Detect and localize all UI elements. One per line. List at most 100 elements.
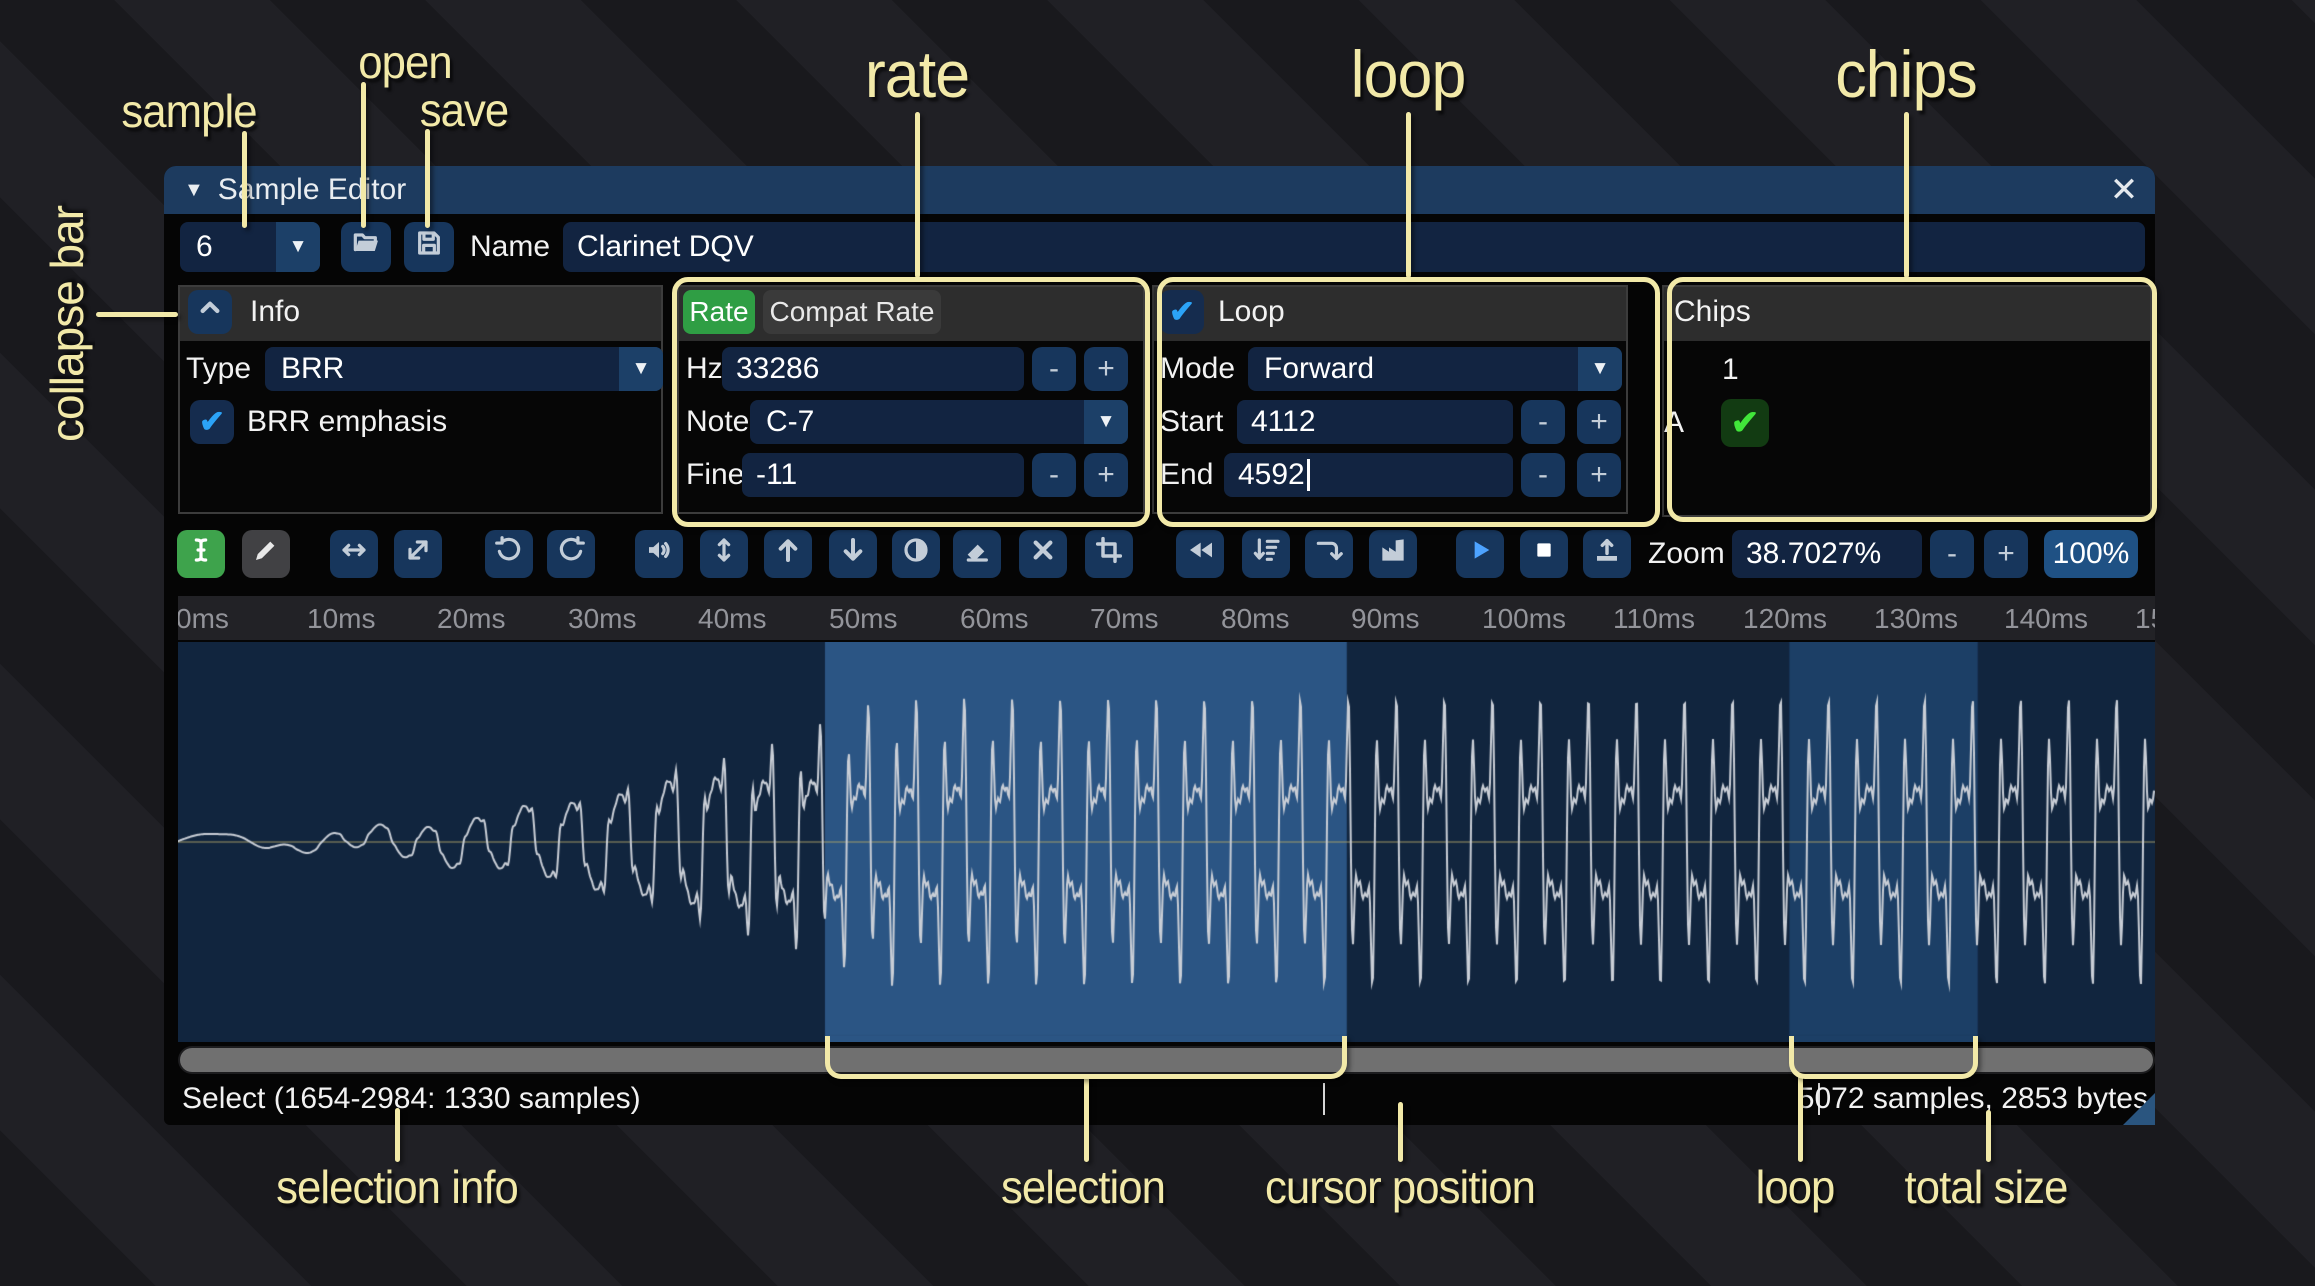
annotation-line bbox=[1986, 1110, 1991, 1162]
ruler-tick-label: 40ms bbox=[698, 603, 767, 634]
arrow-down-icon bbox=[837, 534, 869, 574]
arrow-up-icon bbox=[772, 534, 804, 574]
collapse-bar-button[interactable] bbox=[188, 290, 232, 334]
sample-selector[interactable]: 6 bbox=[180, 222, 320, 272]
crop-icon bbox=[1093, 534, 1125, 574]
chevron-up-icon bbox=[194, 292, 226, 332]
annotation-label-sample: sample bbox=[121, 85, 257, 137]
loop-callout-bracket bbox=[1789, 1036, 1978, 1079]
info-header: Info bbox=[250, 295, 301, 328]
ruler-tick-label: 110ms bbox=[1613, 603, 1695, 634]
ruler-tick-label: 70ms bbox=[1090, 603, 1159, 634]
status-separator bbox=[1323, 1083, 1325, 1115]
zoom-label: Zoom bbox=[1648, 537, 1725, 570]
silence-button[interactable] bbox=[953, 530, 1001, 578]
sample-number: 6 bbox=[196, 230, 213, 263]
fade-in-button[interactable] bbox=[764, 530, 812, 578]
arrow-turn-down-icon bbox=[1313, 534, 1345, 574]
annotation-label-loop-bottom: loop bbox=[1755, 1161, 1836, 1213]
resize-button[interactable] bbox=[330, 530, 378, 578]
ruler-tick-label: 30ms bbox=[568, 603, 637, 634]
annotation-label-open: open bbox=[358, 36, 452, 88]
annotation-line bbox=[395, 1108, 400, 1162]
create-instrument-button[interactable] bbox=[1583, 530, 1631, 578]
annotation-line bbox=[1398, 1102, 1403, 1162]
factory-icon bbox=[1377, 534, 1409, 574]
expand-diagonal-icon bbox=[402, 534, 434, 574]
close-button[interactable]: ✕ bbox=[2098, 166, 2150, 214]
draw-mode-button[interactable] bbox=[242, 530, 290, 578]
annotation-line bbox=[361, 82, 366, 228]
annotation-line bbox=[96, 312, 178, 317]
invert-button[interactable] bbox=[892, 530, 940, 578]
normalize-button[interactable] bbox=[700, 530, 748, 578]
annotation-label-selection-info: selection info bbox=[276, 1161, 519, 1213]
reverse-button[interactable] bbox=[1176, 530, 1224, 578]
chevron-down-icon[interactable] bbox=[619, 347, 663, 391]
zoom-reset-button[interactable]: 100% bbox=[2044, 530, 2138, 578]
insert-button[interactable] bbox=[1305, 530, 1353, 578]
apply-filter-button[interactable] bbox=[1369, 530, 1417, 578]
type-label: Type bbox=[186, 352, 252, 385]
chips-callout-box bbox=[1667, 277, 2157, 522]
ruler-tick-label: 20ms bbox=[437, 603, 506, 634]
contrast-icon bbox=[900, 534, 932, 574]
annotation-line bbox=[1084, 1074, 1089, 1162]
select-mode-button[interactable] bbox=[177, 530, 225, 578]
delete-button[interactable] bbox=[1019, 530, 1067, 578]
save-sample-button[interactable] bbox=[404, 222, 454, 272]
rate-callout-box bbox=[672, 277, 1150, 527]
ibeam-icon bbox=[185, 534, 217, 574]
annotation-label-total-size: total size bbox=[1904, 1161, 2069, 1213]
chevron-down-icon[interactable] bbox=[276, 222, 320, 272]
downsample-button[interactable] bbox=[1242, 530, 1290, 578]
undo-button[interactable] bbox=[485, 530, 533, 578]
ruler-tick-label: 50ms bbox=[829, 603, 898, 634]
play-icon bbox=[1464, 534, 1496, 574]
annotation-label-selection: selection bbox=[1001, 1161, 1166, 1213]
open-sample-button[interactable] bbox=[341, 222, 391, 272]
amplify-button[interactable] bbox=[635, 530, 683, 578]
zoom-input[interactable]: 38.7027% bbox=[1732, 530, 1922, 578]
ruler-tick-label: 60ms bbox=[960, 603, 1029, 634]
ruler-tick-label: 150ms bbox=[2135, 603, 2155, 634]
h-resize-icon bbox=[338, 534, 370, 574]
upload-icon bbox=[1591, 534, 1623, 574]
fade-out-button[interactable] bbox=[829, 530, 877, 578]
resize-grip[interactable] bbox=[2123, 1093, 2155, 1125]
redo-icon bbox=[555, 534, 587, 574]
brr-emphasis-checkbox[interactable] bbox=[190, 400, 234, 444]
loop-callout-box bbox=[1157, 277, 1660, 527]
zoom-out-button[interactable]: - bbox=[1930, 530, 1974, 578]
ruler-tick-label: 0ms bbox=[178, 603, 229, 634]
ruler-tick-label: 10ms bbox=[307, 603, 376, 634]
time-ruler[interactable]: 0ms 10ms 20ms 30ms 40ms 50ms 60ms 70ms 80ms 90ms 1… bbox=[178, 596, 2155, 640]
type-dropdown[interactable]: BRR bbox=[265, 347, 663, 391]
ruler-tick-label: 140ms bbox=[2004, 603, 2089, 634]
play-button[interactable] bbox=[1456, 530, 1504, 578]
ruler-tick-label: 90ms bbox=[1351, 603, 1420, 634]
zoom-in-button[interactable]: + bbox=[1984, 530, 2028, 578]
annotation-label-chips: chips bbox=[1835, 37, 1978, 111]
annotation-line bbox=[1406, 112, 1411, 278]
status-total-size: 5072 samples, 2853 bytes bbox=[1797, 1082, 2148, 1115]
redo-button[interactable] bbox=[547, 530, 595, 578]
annotation-line bbox=[1798, 1074, 1803, 1162]
selection-callout-bracket bbox=[824, 1036, 1347, 1079]
floppy-disk-icon bbox=[413, 227, 445, 267]
title-bar[interactable]: Sample Editor bbox=[164, 166, 2155, 214]
status-selection-info: Select (1654-2984: 1330 samples) bbox=[182, 1082, 641, 1115]
undo-icon bbox=[493, 534, 525, 574]
resample-button[interactable] bbox=[394, 530, 442, 578]
stop-button[interactable] bbox=[1520, 530, 1568, 578]
waveform-display[interactable] bbox=[178, 642, 2155, 1042]
annotation-line bbox=[425, 129, 430, 228]
collapse-window-icon[interactable] bbox=[184, 179, 204, 202]
speaker-icon bbox=[643, 534, 675, 574]
trim-button[interactable] bbox=[1085, 530, 1133, 578]
annotation-label-cursor-position: cursor position bbox=[1265, 1161, 1536, 1213]
x-icon bbox=[1027, 534, 1059, 574]
annotation-label-rate: rate bbox=[864, 37, 970, 111]
folder-open-icon bbox=[350, 227, 382, 267]
ruler-tick-label: 100ms bbox=[1482, 603, 1567, 634]
